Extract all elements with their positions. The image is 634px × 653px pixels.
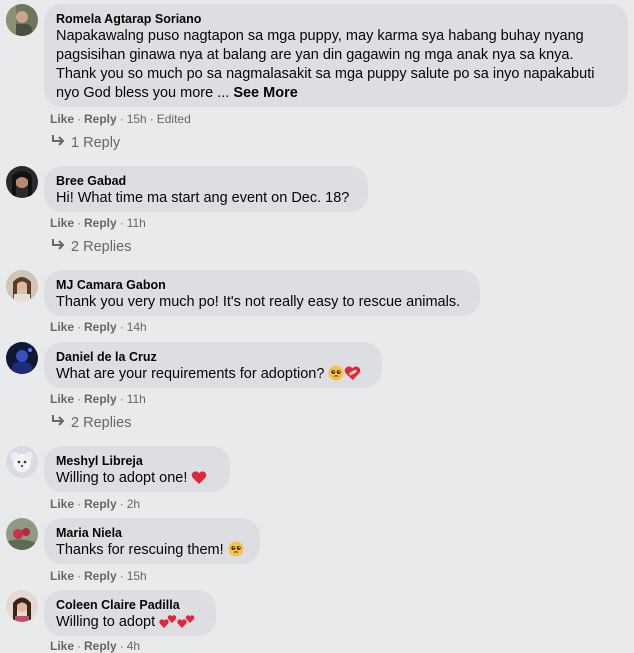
separator: · bbox=[119, 639, 124, 653]
separator: · bbox=[119, 569, 124, 583]
two-hearts-emoji bbox=[159, 613, 177, 635]
like-button[interactable]: Like bbox=[50, 216, 74, 230]
separator: · bbox=[77, 320, 82, 334]
separator: · bbox=[119, 216, 124, 230]
like-button[interactable]: Like bbox=[50, 392, 74, 406]
comment-text: Willing to adopt one! bbox=[56, 470, 188, 486]
timestamp[interactable]: 11h bbox=[127, 392, 146, 406]
avatar[interactable] bbox=[6, 518, 38, 550]
view-replies-button[interactable]: 1 Reply bbox=[51, 134, 120, 152]
comment-text: nyo God bless you more ... bbox=[56, 85, 230, 101]
avatar[interactable] bbox=[6, 166, 38, 198]
comment-bubble: Bree Gabad Hi! What time ma start ang ev… bbox=[44, 166, 368, 212]
avatar[interactable] bbox=[6, 342, 38, 374]
comment-text: Thank you so much po sa nagmalasakit sa … bbox=[56, 66, 595, 82]
comment-bubble: Meshyl Librejа Willing to adopt one! bbox=[44, 446, 230, 492]
edited-label: Edited bbox=[156, 112, 191, 126]
comment-bubble: Romela Agtarap Soriano Napakawalng puso … bbox=[44, 4, 628, 107]
view-replies-button[interactable]: 2 Replies bbox=[51, 238, 131, 256]
comment-text: Thanks for rescuing them! bbox=[56, 542, 224, 558]
view-replies-button[interactable]: 2 Replies bbox=[51, 414, 131, 432]
separator: · bbox=[119, 497, 124, 511]
comment-text: What are your requirements for adoption? bbox=[56, 366, 325, 382]
separator: · bbox=[77, 392, 82, 406]
see-more-link[interactable]: See More bbox=[233, 85, 297, 101]
comment-text: Hi! What time ma start ang event on Dec.… bbox=[56, 190, 350, 206]
like-button[interactable]: Like bbox=[50, 569, 74, 583]
separator: · bbox=[149, 112, 154, 126]
red-heart-emoji bbox=[191, 470, 207, 491]
avatar[interactable] bbox=[6, 590, 38, 622]
comment-actions: Like · Reply · 11h bbox=[50, 216, 146, 230]
avatar[interactable] bbox=[6, 270, 38, 302]
like-button[interactable]: Like bbox=[50, 497, 74, 511]
reply-button[interactable]: Reply bbox=[84, 497, 117, 511]
comment-author[interactable]: MJ Camara Gabon bbox=[56, 277, 468, 293]
timestamp[interactable]: 2h bbox=[127, 497, 140, 511]
timestamp[interactable]: 15h bbox=[127, 569, 147, 583]
timestamp[interactable]: 11h bbox=[127, 216, 146, 230]
comment-author[interactable]: Meshyl Librejа bbox=[56, 453, 218, 469]
comment-text: pagsisihan ginawa nya at balang are yan … bbox=[56, 47, 574, 63]
comment-text-last-line: nyo God bless you more ... See More bbox=[56, 84, 616, 103]
timestamp[interactable]: 15h bbox=[127, 112, 147, 126]
reply-button[interactable]: Reply bbox=[84, 569, 117, 583]
reply-arrow-icon bbox=[51, 134, 66, 152]
reply-button[interactable]: Reply bbox=[84, 112, 117, 126]
timestamp[interactable]: 14h bbox=[127, 320, 147, 334]
replies-count: 2 Replies bbox=[71, 239, 132, 255]
comment-bubble: Maria Niela Thanks for rescuing them! bbox=[44, 518, 260, 564]
timestamp[interactable]: 4h bbox=[127, 639, 140, 653]
reply-arrow-icon bbox=[51, 414, 66, 432]
comment-text-line: Thanks for rescuing them! bbox=[56, 541, 248, 563]
comment-text-line: What are your requirements for adoption? bbox=[56, 365, 370, 387]
separator: · bbox=[119, 112, 124, 126]
comment-bubble: MJ Camara Gabon Thank you very much po! … bbox=[44, 270, 480, 316]
avatar[interactable] bbox=[6, 446, 38, 478]
comment-author[interactable]: Daniel de la Cruz bbox=[56, 349, 370, 365]
comment-author[interactable]: Coleen Claire Padilla bbox=[56, 597, 204, 613]
like-button[interactable]: Like bbox=[50, 112, 74, 126]
separator: · bbox=[77, 639, 82, 653]
comment-actions: Like · Reply · 4h bbox=[50, 639, 140, 653]
separator: · bbox=[77, 112, 82, 126]
comment-text: Willing to adopt bbox=[56, 614, 156, 630]
reply-button[interactable]: Reply bbox=[84, 639, 117, 653]
comment-text: Thank you very much po! It's not really … bbox=[56, 294, 461, 310]
comment-actions: Like · Reply · 14h bbox=[50, 320, 147, 334]
comment-actions: Like · Reply · 2h bbox=[50, 497, 140, 511]
comment-author[interactable]: Romela Agtarap Soriano bbox=[56, 11, 616, 27]
reply-arrow-icon bbox=[51, 238, 66, 256]
reply-button[interactable]: Reply bbox=[84, 320, 117, 334]
separator: · bbox=[119, 320, 124, 334]
reply-button[interactable]: Reply bbox=[84, 392, 117, 406]
like-button[interactable]: Like bbox=[50, 639, 74, 653]
reply-button[interactable]: Reply bbox=[84, 216, 117, 230]
replies-count: 1 Reply bbox=[71, 135, 121, 151]
comment-actions: Like · Reply · 15h bbox=[50, 569, 147, 583]
pleading-face-emoji bbox=[228, 541, 244, 563]
mending-heart-emoji bbox=[344, 365, 361, 387]
separator: · bbox=[119, 392, 124, 406]
replies-count: 2 Replies bbox=[71, 415, 132, 431]
comment-actions: Like · Reply · 15h · Edited bbox=[50, 112, 191, 126]
two-hearts-emoji bbox=[177, 613, 195, 635]
comment-actions: Like · Reply · 11h bbox=[50, 392, 146, 406]
comment-bubble: Daniel de la Cruz What are your requirem… bbox=[44, 342, 382, 388]
pleading-face-emoji bbox=[328, 365, 344, 387]
comment-author[interactable]: Bree Gabad bbox=[56, 173, 356, 189]
avatar[interactable] bbox=[6, 4, 38, 36]
comment-text-line: Willing to adopt bbox=[56, 613, 204, 635]
separator: · bbox=[77, 497, 82, 511]
comment-text-line: Willing to adopt one! bbox=[56, 469, 218, 491]
like-button[interactable]: Like bbox=[50, 320, 74, 334]
comment-bubble: Coleen Claire Padilla Willing to adopt bbox=[44, 590, 216, 636]
comment-author[interactable]: Maria Niela bbox=[56, 525, 248, 541]
separator: · bbox=[77, 569, 82, 583]
comment-text: Napakawalng puso nagtapon sa mga puppy, … bbox=[56, 28, 584, 44]
separator: · bbox=[77, 216, 82, 230]
